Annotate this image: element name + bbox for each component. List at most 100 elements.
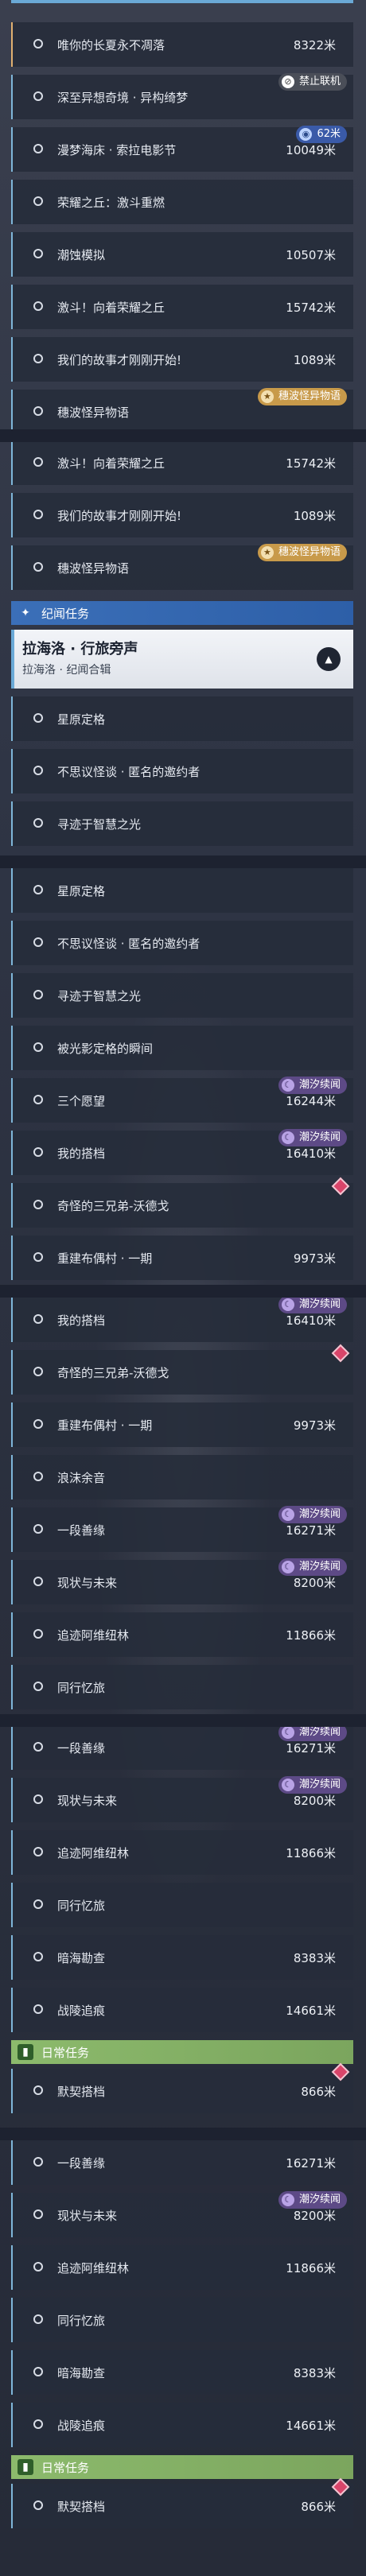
quest-label: 追迹阿维纽林 — [57, 2261, 130, 2275]
quest-distance: 10507米 — [286, 248, 336, 262]
radio-ring-icon — [33, 1200, 43, 1209]
moon-icon: ☾ — [281, 1298, 294, 1311]
quest-row[interactable]: 穗波怪异物语 ★ 穗波怪异物语 — [11, 388, 353, 434]
quest-row[interactable]: 被光影定格的瞬间 — [11, 1026, 353, 1070]
moon-icon: ☾ — [281, 1508, 294, 1521]
quest-distance: 11866米 — [286, 1628, 336, 1643]
quest-row[interactable]: 暗海勘查 8383米 — [11, 1935, 353, 1980]
quest-distance: 9973米 — [293, 1418, 336, 1433]
quest-label: 同行忆旅 — [57, 2314, 106, 2328]
radio-ring-icon — [33, 406, 43, 416]
quest-distance: 8200米 — [293, 2209, 336, 2223]
quest-label: 奇怪的三兄弟-沃德戈 — [57, 1366, 169, 1380]
radio-ring-icon — [33, 2367, 43, 2376]
quest-row[interactable]: 激斗！向着荣耀之丘 15742米 — [11, 285, 353, 329]
quest-row[interactable]: 一段善缘 16271米 ☾ 潮汐续闻 — [11, 1506, 353, 1552]
chevron-up-icon[interactable]: ▲ — [317, 647, 341, 671]
quest-row[interactable]: 星原定格 — [11, 696, 353, 741]
quest-distance: 8383米 — [293, 1951, 336, 1965]
quest-label: 同行忆旅 — [57, 1899, 106, 1913]
quest-row[interactable]: 一段善缘 16271米 ☾ 潮汐续闻 — [11, 1724, 353, 1770]
badge-label: 潮汐续闻 — [298, 1726, 341, 1738]
quest-row[interactable]: 战陵追痕 14661米 — [11, 1988, 353, 2032]
radio-ring-icon — [33, 196, 43, 206]
quest-row[interactable]: 追迹阿维纽林 11866米 — [11, 1830, 353, 1875]
quest-row[interactable]: 不思议怪谈 · 匿名的邀约者 — [11, 749, 353, 793]
quest-distance: 16410米 — [286, 1313, 336, 1328]
quest-label: 默契搭档 — [57, 2085, 106, 2099]
quest-badge: ☾ 潮汐续闻 — [278, 1129, 347, 1146]
quest-row[interactable]: 深至异想奇境 · 异构绮梦 ⊘ 禁止联机 — [11, 73, 353, 119]
radio-ring-icon — [33, 990, 43, 999]
badge-label: 潮汐续闻 — [298, 1079, 341, 1091]
quest-label: 穗波怪异物语 — [57, 405, 130, 420]
quest-distance: 9973米 — [293, 1251, 336, 1266]
quest-row[interactable]: 默契搭档 866米 — [11, 2062, 353, 2113]
quest-row[interactable]: 星原定格 — [11, 868, 353, 913]
badge-label: 穗波怪异物语 — [278, 390, 341, 402]
radio-ring-icon — [33, 1742, 43, 1752]
badge-label: 穗波怪异物语 — [278, 546, 341, 558]
quest-badge: ☾ 潮汐续闻 — [278, 1296, 347, 1313]
quest-row[interactable]: 穗波怪异物语 ★ 穗波怪异物语 — [11, 544, 353, 590]
quest-label: 漫梦海床 · 索拉电影节 — [57, 143, 177, 157]
badge-label: 潮汐续闻 — [298, 1508, 341, 1520]
quest-row[interactable]: 我的搭档 16410米 ☾ 潮汐续闻 — [11, 1296, 353, 1342]
quest-row[interactable]: 现状与未来 8200米 ☾ 潮汐续闻 — [11, 1558, 353, 1604]
quest-row[interactable]: 三个愿望 16244米 ☾ 潮汐续闻 — [11, 1077, 353, 1123]
radio-ring-icon — [33, 1577, 43, 1586]
quest-row[interactable]: 追迹阿维纽林 11866米 — [11, 2245, 353, 2290]
quest-row[interactable]: 现状与未来 8200米 ☾ 潮汐续闻 — [11, 1776, 353, 1822]
badge-label: 潮汐续闻 — [298, 1131, 341, 1143]
quest-row[interactable]: 同行忆旅 — [11, 1883, 353, 1927]
quest-row[interactable]: 我的搭档 16410米 ☾ 潮汐续闻 — [11, 1129, 353, 1175]
radio-ring-icon — [33, 510, 43, 519]
quest-row[interactable]: 默契搭档 866米 — [11, 2477, 353, 2528]
quest-row[interactable]: 唯你的长夏永不凋落 8322米 — [11, 22, 353, 67]
quest-row[interactable]: 同行忆旅 — [11, 1665, 353, 1709]
quest-row[interactable]: 重建布偶村 · 一期 9973米 — [11, 1236, 353, 1280]
quest-row[interactable]: 寻迹于智慧之光 — [11, 801, 353, 846]
header-label: 日常任务 — [41, 2461, 90, 2475]
top-progress-bar — [11, 0, 353, 3]
book-icon: ▮ — [18, 2459, 33, 2475]
quest-label: 激斗！向着荣耀之丘 — [57, 456, 165, 471]
quest-distance: 866米 — [301, 2500, 336, 2514]
quest-row[interactable]: 寻迹于智慧之光 — [11, 973, 353, 1018]
radio-ring-icon — [33, 144, 43, 153]
quest-distance: 16244米 — [286, 1094, 336, 1108]
quest-row[interactable]: 暗海勘查 8383米 — [11, 2350, 353, 2395]
quest-card-lahailuo[interactable]: 拉海洛 · 行旅旁声 拉海洛 · 纪闻合辑 ▲ — [11, 630, 353, 689]
moon-icon: ☾ — [281, 1779, 294, 1791]
quest-row[interactable]: 同行忆旅 — [11, 2298, 353, 2342]
radio-ring-icon — [33, 1252, 43, 1262]
quest-row[interactable]: 战陵追痕 14661米 — [11, 2403, 353, 2447]
quest-label: 星原定格 — [57, 884, 106, 898]
radio-ring-icon — [33, 1794, 43, 1804]
quest-label: 星原定格 — [57, 712, 106, 727]
quest-row[interactable]: 追迹阿维纽林 11866米 — [11, 1612, 353, 1657]
quest-label: 我们的故事才刚刚开始! — [57, 509, 182, 523]
quest-row[interactable]: 奇怪的三兄弟-沃德戈 — [11, 1177, 353, 1228]
quest-row[interactable]: 我们的故事才刚刚开始! 1089米 — [11, 493, 353, 537]
quest-label: 不思议怪谈 · 匿名的邀约者 — [57, 765, 201, 779]
quest-row[interactable]: 奇怪的三兄弟-沃德戈 — [11, 1344, 353, 1395]
quest-label: 追迹阿维纽林 — [57, 1628, 130, 1643]
quest-badge: ☾ 潮汐续闻 — [278, 1077, 347, 1094]
quest-row[interactable]: 浪沫余音 — [11, 1455, 353, 1499]
radio-ring-icon — [33, 2262, 43, 2271]
eye-icon: ◉ — [299, 128, 313, 141]
radio-ring-icon — [33, 1314, 43, 1324]
quest-row[interactable]: 荣耀之丘：激斗重燃 — [11, 180, 353, 224]
quest-row[interactable]: 我们的故事才刚刚开始! 1089米 — [11, 337, 353, 382]
quest-row[interactable]: 潮蚀模拟 10507米 — [11, 232, 353, 277]
radio-ring-icon — [33, 1952, 43, 1961]
quest-row[interactable]: 漫梦海床 · 索拉电影节 10049米 ◉ 62米 — [11, 126, 353, 172]
quest-row[interactable]: 重建布偶村 · 一期 9973米 — [11, 1402, 353, 1447]
quest-row[interactable]: 激斗！向着荣耀之丘 15742米 — [11, 440, 353, 485]
quest-title: 拉海洛 · 行旅旁声 — [22, 641, 138, 658]
quest-row[interactable]: 不思议怪谈 · 匿名的邀约者 — [11, 921, 353, 965]
quest-row[interactable]: 一段善缘 16271米 — [11, 2140, 353, 2185]
quest-row[interactable]: 现状与未来 8200米 ☾ 潮汐续闻 — [11, 2191, 353, 2237]
radio-ring-icon — [33, 1847, 43, 1856]
